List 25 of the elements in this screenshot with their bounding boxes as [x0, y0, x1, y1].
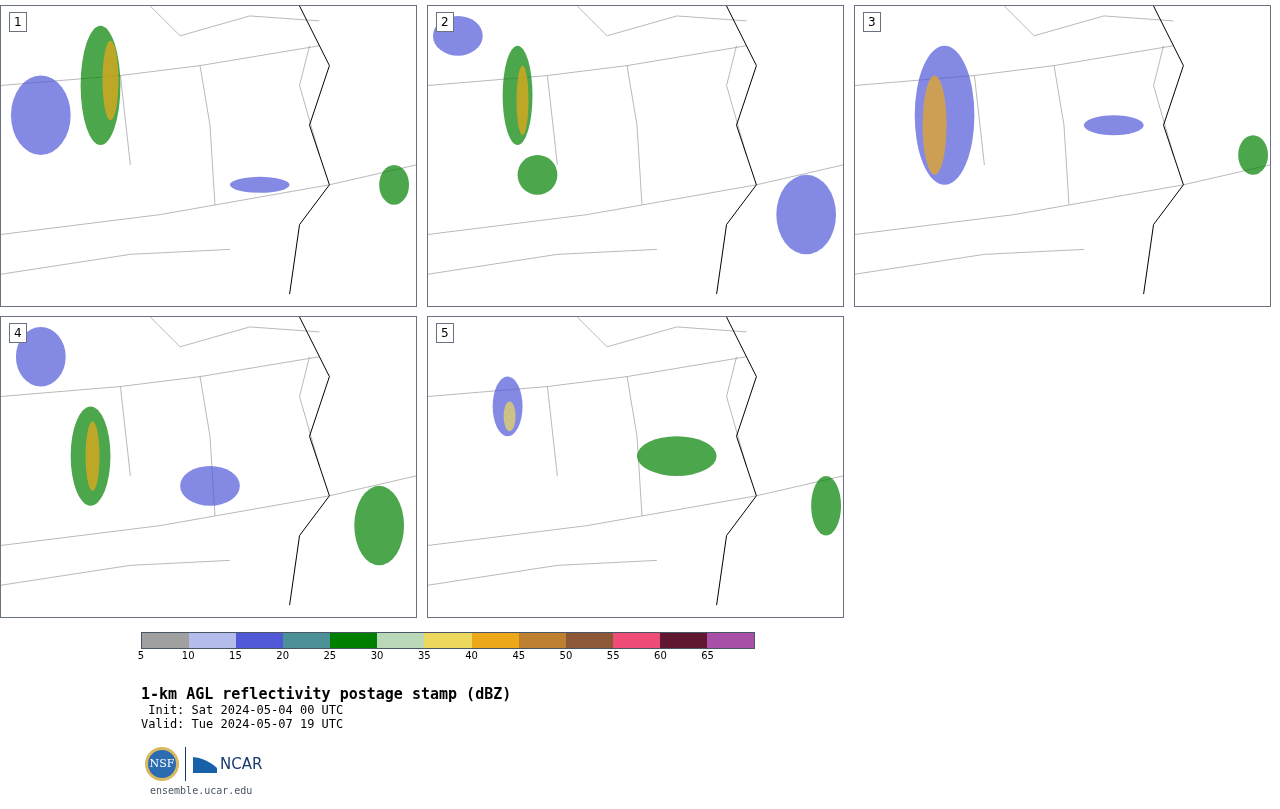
tick-label: 50 — [558, 649, 574, 663]
panel-number: 3 — [863, 12, 881, 32]
tick-label: 65 — [700, 649, 715, 663]
panel-number: 5 — [436, 323, 454, 343]
tick-label: 25 — [322, 649, 338, 663]
website-url: ensemble.ucar.edu — [150, 784, 253, 798]
tick-label: 15 — [228, 649, 243, 663]
globe-logo: NSF — [145, 747, 179, 781]
panel-number: 2 — [436, 12, 454, 32]
tick-label: 60 — [653, 649, 668, 663]
valid-time: Valid: Tue 2024-05-07 19 UTC — [141, 717, 345, 731]
tick-label: 30 — [369, 649, 385, 663]
panel-number: 1 — [9, 12, 27, 32]
chart-title: 1-km AGL reflectivity postage stamp (dBZ) — [141, 685, 513, 703]
tick-label: 5 — [136, 649, 146, 663]
tick-label: 55 — [605, 649, 621, 663]
tick-label: 20 — [275, 649, 290, 663]
tick-label: 45 — [511, 649, 527, 663]
init-time: Init: Sat 2024-05-04 00 UTC — [147, 703, 345, 717]
wing-logo-icon — [192, 754, 218, 774]
panel-number: 4 — [9, 323, 27, 343]
tick-label: 35 — [416, 649, 432, 663]
tick-label: 10 — [180, 649, 196, 663]
logo-text: NCAR — [220, 753, 263, 775]
tick-label: 40 — [464, 649, 479, 663]
